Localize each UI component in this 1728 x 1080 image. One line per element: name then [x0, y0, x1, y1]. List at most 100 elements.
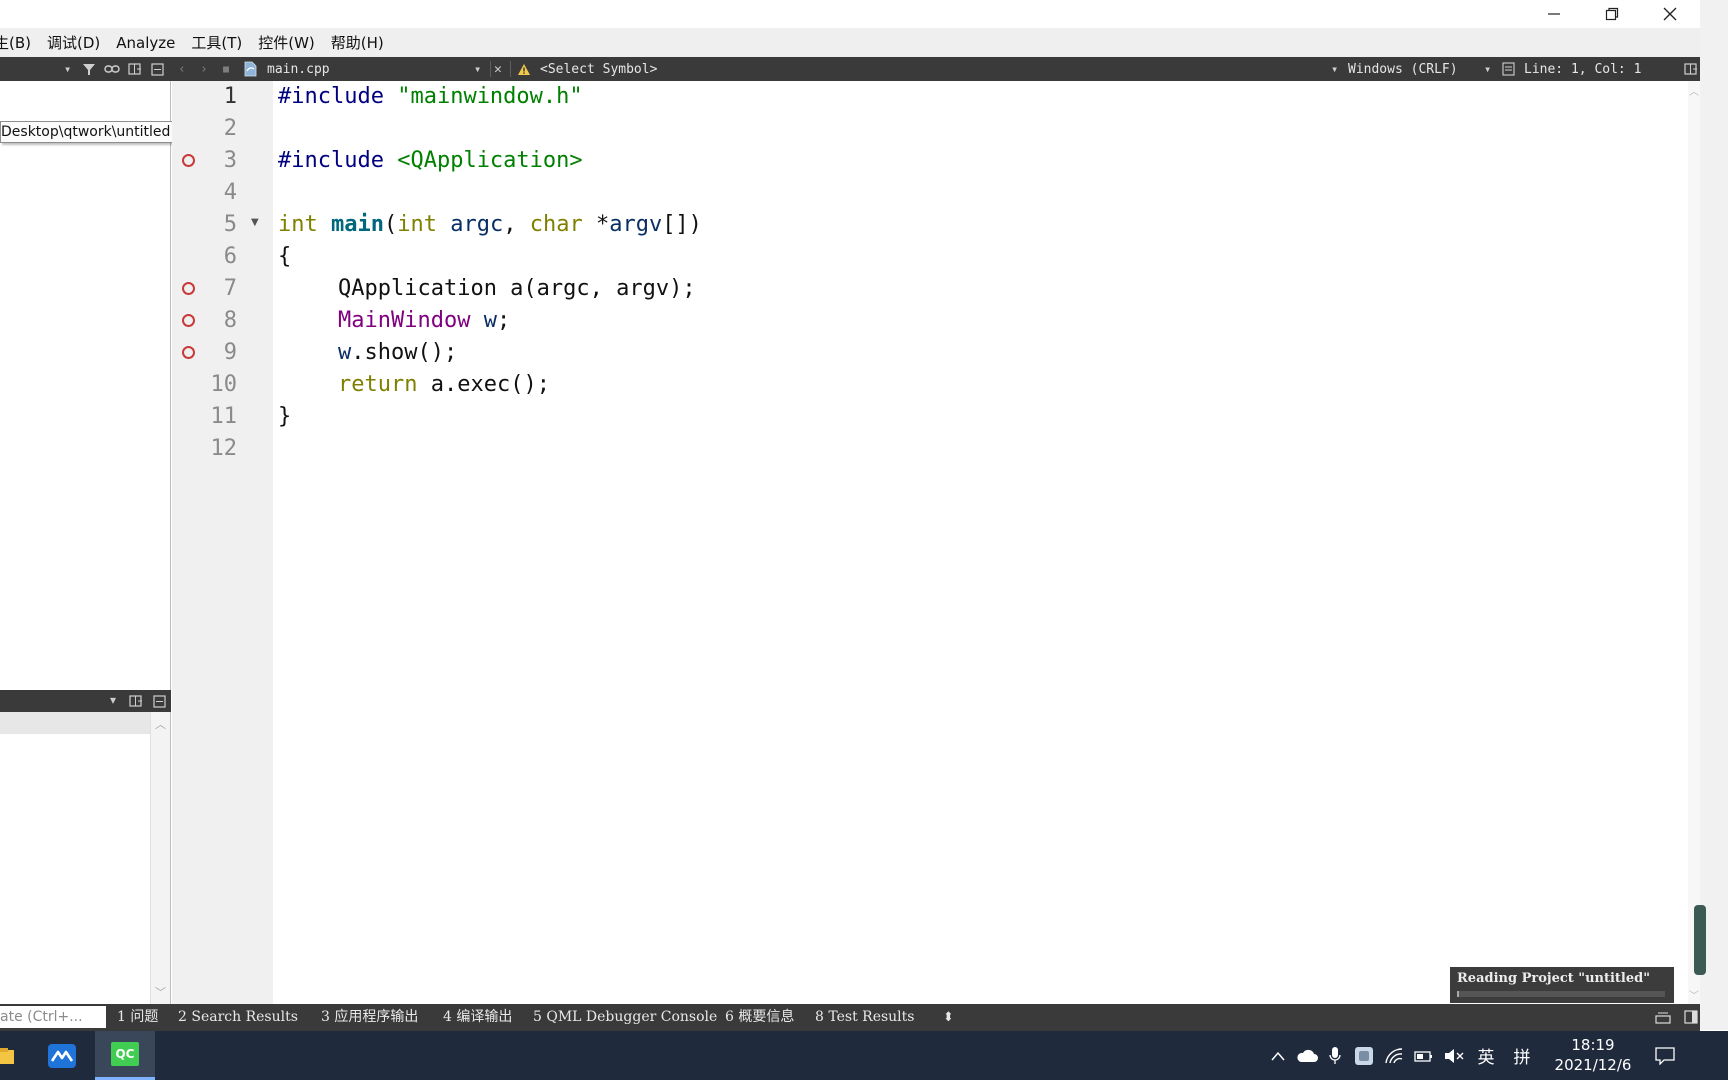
tab-qml-debugger-console[interactable]: 5 QML Debugger Console: [533, 1004, 717, 1031]
code-punctuation: []): [662, 212, 702, 237]
menu-bar: 生(B) 调试(D) Analyze 工具(T) 控件(W) 帮助(H): [0, 28, 1700, 57]
show-hidden-icons-icon[interactable]: [1266, 1031, 1290, 1080]
close-file-icon[interactable]: ✕: [494, 57, 502, 81]
variable-name: w: [338, 340, 352, 365]
cloud-icon[interactable]: [1294, 1031, 1320, 1080]
volume-muted-icon[interactable]: [1442, 1031, 1466, 1080]
variable-name: w: [483, 308, 497, 333]
back-icon[interactable]: ‹: [178, 57, 186, 81]
open-file-name[interactable]: main.cpp: [267, 57, 330, 81]
link-icon[interactable]: [104, 57, 120, 81]
tab-test-results[interactable]: 8 Test Results: [815, 1004, 914, 1031]
code-line-3[interactable]: #include <QApplication>: [278, 145, 583, 177]
sidebar-view-dropdown-icon[interactable]: ▾: [64, 57, 71, 81]
menu-widgets[interactable]: 控件(W): [250, 32, 323, 53]
split-editor-icon[interactable]: [1684, 57, 1698, 81]
line-number-gutter[interactable]: 1 2 3 4 5 ▼ 6 7 8 9 10 11 12: [172, 81, 273, 1004]
minimize-button[interactable]: [1525, 0, 1583, 28]
wifi-icon[interactable]: [1382, 1031, 1406, 1080]
line-number: 11: [210, 404, 238, 429]
battery-icon[interactable]: [1412, 1031, 1436, 1080]
symbol-dropdown-icon[interactable]: ▾: [1331, 57, 1338, 81]
tab-compile-output[interactable]: 4 编译输出: [443, 1004, 512, 1031]
close-sidebar-icon[interactable]: [151, 57, 164, 81]
class-name: MainWindow: [338, 308, 471, 333]
split-icon[interactable]: [128, 57, 142, 81]
tab-issues[interactable]: 1 问题: [117, 1004, 158, 1031]
code-line-5[interactable]: int main(int argc, char *argv[]): [278, 209, 702, 241]
code-line-7[interactable]: QApplication a(argc, argv);: [338, 273, 696, 305]
microphone-icon[interactable]: [1324, 1031, 1346, 1080]
taskbar-app-button[interactable]: [33, 1031, 91, 1080]
project-sidebar: Desktop\qtwork\untitled ▾ ︿ ﹀: [0, 81, 176, 1004]
code-line-8[interactable]: MainWindow w;: [338, 305, 510, 337]
taskbar-clock[interactable]: 18:19 2021/12/6: [1548, 1031, 1638, 1080]
menu-help[interactable]: 帮助(H): [323, 32, 392, 53]
warning-icon: [517, 57, 531, 81]
locator-input[interactable]: ate (Ctrl+...: [0, 1006, 106, 1028]
close-window-button[interactable]: [1641, 0, 1699, 28]
editor-scrollbar[interactable]: ︿ ﹀: [1688, 81, 1700, 1004]
close-pane-icon[interactable]: [153, 695, 166, 712]
reading-project-progress: Reading Project "untitled": [1450, 967, 1674, 1003]
code-line-6[interactable]: {: [278, 241, 291, 273]
sidebar-toggle-icon[interactable]: [1684, 1004, 1698, 1031]
more-tabs-icon[interactable]: ⬍: [943, 1004, 954, 1031]
list-header-row: [0, 712, 150, 734]
fold-arrow-icon[interactable]: ▼: [251, 217, 259, 228]
cursor-position[interactable]: Line: 1, Col: 1: [1524, 57, 1641, 81]
return-keyword: return: [338, 372, 418, 397]
window-titlebar: [0, 0, 1728, 28]
clock-date: 2021/12/6: [1554, 1056, 1632, 1074]
windows-taskbar: QC 英 拼 18:19 2021/12/6: [0, 1031, 1728, 1080]
tab-general-messages[interactable]: 6 概要信息: [725, 1004, 794, 1031]
line-number: 4: [223, 180, 237, 205]
split-icon[interactable]: [129, 694, 143, 712]
documents-dropdown-icon[interactable]: ▾: [110, 693, 116, 707]
menu-analyze[interactable]: Analyze: [108, 34, 183, 52]
line-number: 12: [210, 436, 238, 461]
document-icon: [1502, 57, 1515, 81]
scroll-up-icon[interactable]: ︿: [1689, 83, 1699, 98]
file-dropdown-icon[interactable]: ▾: [474, 57, 481, 81]
toolbar-divider: [510, 61, 511, 77]
scroll-down-icon[interactable]: ﹀: [155, 984, 166, 1000]
menu-tools[interactable]: 工具(T): [183, 32, 250, 53]
restore-button[interactable]: [1583, 0, 1641, 28]
code-line-1[interactable]: #include "mainwindow.h": [278, 81, 583, 113]
documents-scrollbar[interactable]: ︿ ﹀: [150, 712, 170, 1004]
line-number: 7: [223, 276, 237, 301]
project-path-tooltip: Desktop\qtwork\untitled: [0, 121, 176, 143]
line-ending-dropdown-icon[interactable]: ▾: [1484, 57, 1491, 81]
output-panel-toggle-icon[interactable]: [1655, 1004, 1671, 1031]
file-explorer-button[interactable]: [0, 1031, 20, 1080]
code-punctuation: (: [383, 212, 398, 237]
menu-build[interactable]: 生(B): [0, 32, 39, 53]
notification-center-icon[interactable]: [1650, 1031, 1680, 1080]
code-punctuation: ;: [496, 308, 511, 333]
qt-creator-taskbar-button[interactable]: QC: [95, 1031, 155, 1080]
code-line-10[interactable]: return a.exec();: [338, 369, 550, 401]
tab-search-results[interactable]: 2 Search Results: [178, 1004, 298, 1031]
filter-icon[interactable]: [82, 57, 96, 81]
app-tray-icon[interactable]: [1352, 1031, 1376, 1080]
ime-language-indicator[interactable]: 英: [1472, 1031, 1500, 1080]
restore-icon: [1605, 7, 1619, 21]
forward-icon[interactable]: ›: [200, 57, 208, 81]
line-number: 6: [223, 244, 237, 269]
open-documents-list[interactable]: [0, 712, 150, 1004]
scroll-up-icon[interactable]: ︿: [155, 716, 166, 732]
line-number: 8: [223, 308, 237, 333]
symbol-selector[interactable]: <Select Symbol>: [540, 57, 657, 81]
menu-debug[interactable]: 调试(D): [39, 32, 108, 53]
output-pane-bar: ate (Ctrl+... 1 问题 2 Search Results 3 应用…: [0, 1004, 1700, 1031]
editor-toolbar: ▾ ‹ › ■ main.cpp ▾ ✕ <Select Symbol> ▾ W…: [0, 57, 1700, 81]
scroll-down-icon[interactable]: ﹀: [1689, 987, 1699, 1002]
open-documents-header: ▾: [0, 690, 171, 712]
line-ending-selector[interactable]: Windows (CRLF): [1348, 57, 1458, 81]
ime-mode-indicator[interactable]: 拼: [1506, 1031, 1538, 1080]
tab-application-output[interactable]: 3 应用程序输出: [321, 1004, 418, 1031]
code-line-11[interactable]: }: [278, 401, 291, 433]
code-line-9[interactable]: w.show();: [338, 337, 457, 369]
code-editor[interactable]: 1 2 3 4 5 ▼ 6 7 8 9 10 11 12 #include "m…: [172, 81, 1700, 1004]
